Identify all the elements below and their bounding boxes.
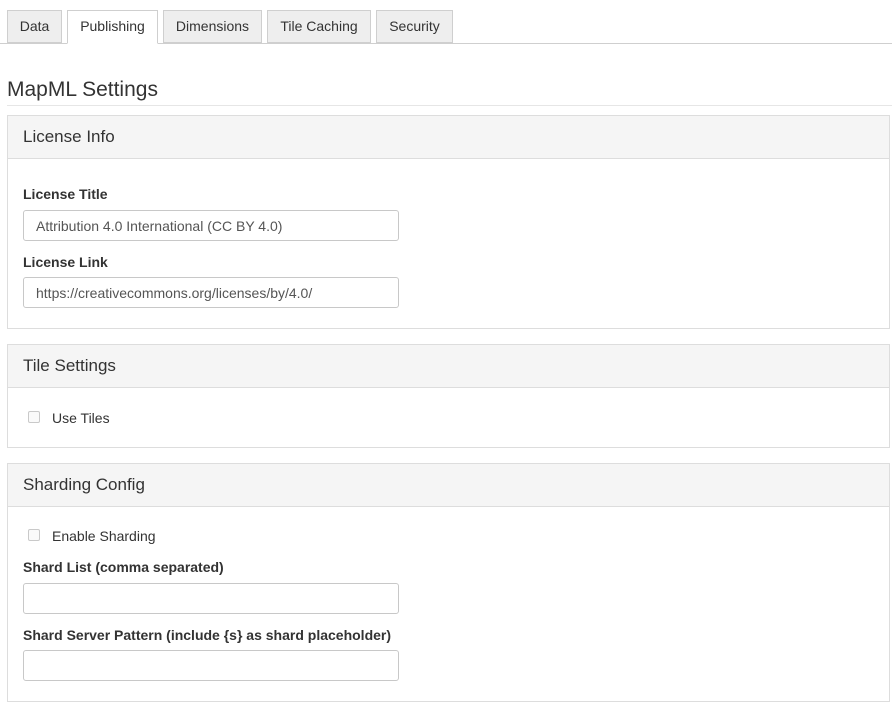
tab-tile-caching[interactable]: Tile Caching [267,10,371,43]
section-title: MapML Settings [7,78,158,101]
license-title-label: License Title [23,186,108,202]
tab-data[interactable]: Data [7,10,62,43]
tab-bar: Data Publishing Dimensions Tile Caching … [0,10,892,44]
license-link-label: License Link [23,254,108,270]
use-tiles-label: Use Tiles [52,410,110,426]
license-title-input[interactable] [23,210,399,241]
license-info-heading: License Info [8,116,889,159]
enable-sharding-checkbox[interactable] [28,529,40,541]
tab-security[interactable]: Security [376,10,453,43]
sharding-config-heading: Sharding Config [8,464,889,507]
section-divider [7,105,892,106]
shard-pattern-input[interactable] [23,650,399,681]
shard-list-input[interactable] [23,583,399,614]
tab-dimensions[interactable]: Dimensions [163,10,262,43]
tile-settings-panel: Tile Settings Use Tiles [7,344,890,448]
tile-settings-heading: Tile Settings [8,345,889,388]
shard-list-label: Shard List (comma separated) [23,559,224,575]
use-tiles-checkbox[interactable] [28,411,40,423]
license-info-panel: License Info License Title License Link [7,115,890,329]
tab-publishing[interactable]: Publishing [67,10,158,44]
enable-sharding-label: Enable Sharding [52,528,156,544]
shard-pattern-label: Shard Server Pattern (include {s} as sha… [23,627,392,643]
sharding-config-panel: Sharding Config Enable Sharding Shard Li… [7,463,890,702]
license-link-input[interactable] [23,277,399,308]
